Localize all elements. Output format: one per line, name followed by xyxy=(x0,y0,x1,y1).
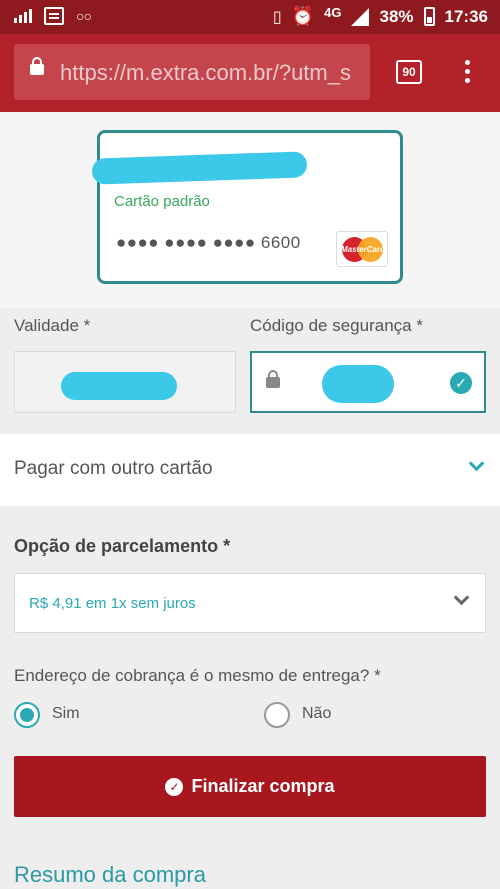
network-type: 4G xyxy=(324,5,342,20)
chevron-down-icon xyxy=(453,589,470,606)
cell-signal-icon xyxy=(351,7,370,26)
alarm-icon: ⏰ xyxy=(291,6,315,26)
radio-sim[interactable] xyxy=(14,702,40,728)
redacted-cvv xyxy=(322,365,394,403)
clock: 17:36 xyxy=(444,6,488,26)
saved-card[interactable]: Cartão padrão ●●●● ●●●● ●●●● 6600 Master… xyxy=(91,130,403,284)
browser-toolbar: https://m.extra.com.br/?utm_s 90 xyxy=(0,34,500,112)
cvv-field[interactable]: ✓ xyxy=(250,351,486,413)
mastercard-logo: MasterCard xyxy=(336,231,388,267)
saved-card-section: Cartão padrão ●●●● ●●●● ●●●● 6600 Master… xyxy=(0,112,500,308)
validity-label: Validade * xyxy=(14,316,91,335)
tabs-button[interactable]: 90 xyxy=(396,60,422,84)
radio-nao[interactable] xyxy=(264,702,290,728)
menu-icon[interactable] xyxy=(462,60,472,88)
signal-icon xyxy=(14,9,32,23)
installment-select[interactable]: R$ 4,91 em 1x sem juros xyxy=(14,573,486,633)
cvv-label: Código de segurança * xyxy=(250,316,423,335)
lock-icon xyxy=(266,370,280,388)
status-bar: ○○ ▯ ⏰ 4G 38% 17:36 xyxy=(0,0,500,34)
message-icon xyxy=(44,7,64,25)
address-bar[interactable]: https://m.extra.com.br/?utm_s xyxy=(14,44,370,100)
pay-with-other-card[interactable]: Pagar com outro cartão xyxy=(0,434,500,506)
card-fields: Validade * Código de segurança * ✓ xyxy=(0,308,500,434)
redacted-cardholder-name xyxy=(91,151,308,185)
vibrate-icon: ▯ xyxy=(272,8,282,26)
installment-title: Opção de parcelamento * xyxy=(14,536,231,556)
finish-purchase-label: Finalizar compra xyxy=(191,776,335,796)
lock-icon xyxy=(30,57,44,75)
voicemail-icon: ○○ xyxy=(76,8,92,24)
other-card-label: Pagar com outro cartão xyxy=(14,458,213,479)
card-default-label: Cartão padrão xyxy=(114,193,210,210)
check-icon: ✓ xyxy=(450,372,472,394)
url-text[interactable]: https://m.extra.com.br/?utm_s xyxy=(60,60,365,86)
validity-field xyxy=(14,351,236,413)
redacted-validity xyxy=(61,372,177,400)
billing-address-question: Endereço de cobrança é o mesmo de entreg… xyxy=(14,666,381,685)
chevron-down-icon xyxy=(468,455,485,472)
card-number: ●●●● ●●●● ●●●● 6600 xyxy=(116,233,301,252)
battery-icon xyxy=(423,7,435,26)
check-icon: ✓ xyxy=(165,777,184,796)
order-summary-title: Resumo da compra xyxy=(14,862,206,887)
radio-sim-label[interactable]: Sim xyxy=(52,705,80,723)
installment-value: R$ 4,91 em 1x sem juros xyxy=(29,595,196,612)
finish-purchase-button[interactable]: ✓ Finalizar compra xyxy=(14,756,486,817)
radio-nao-label[interactable]: Não xyxy=(302,705,331,723)
battery-percent: 38% xyxy=(379,6,414,26)
